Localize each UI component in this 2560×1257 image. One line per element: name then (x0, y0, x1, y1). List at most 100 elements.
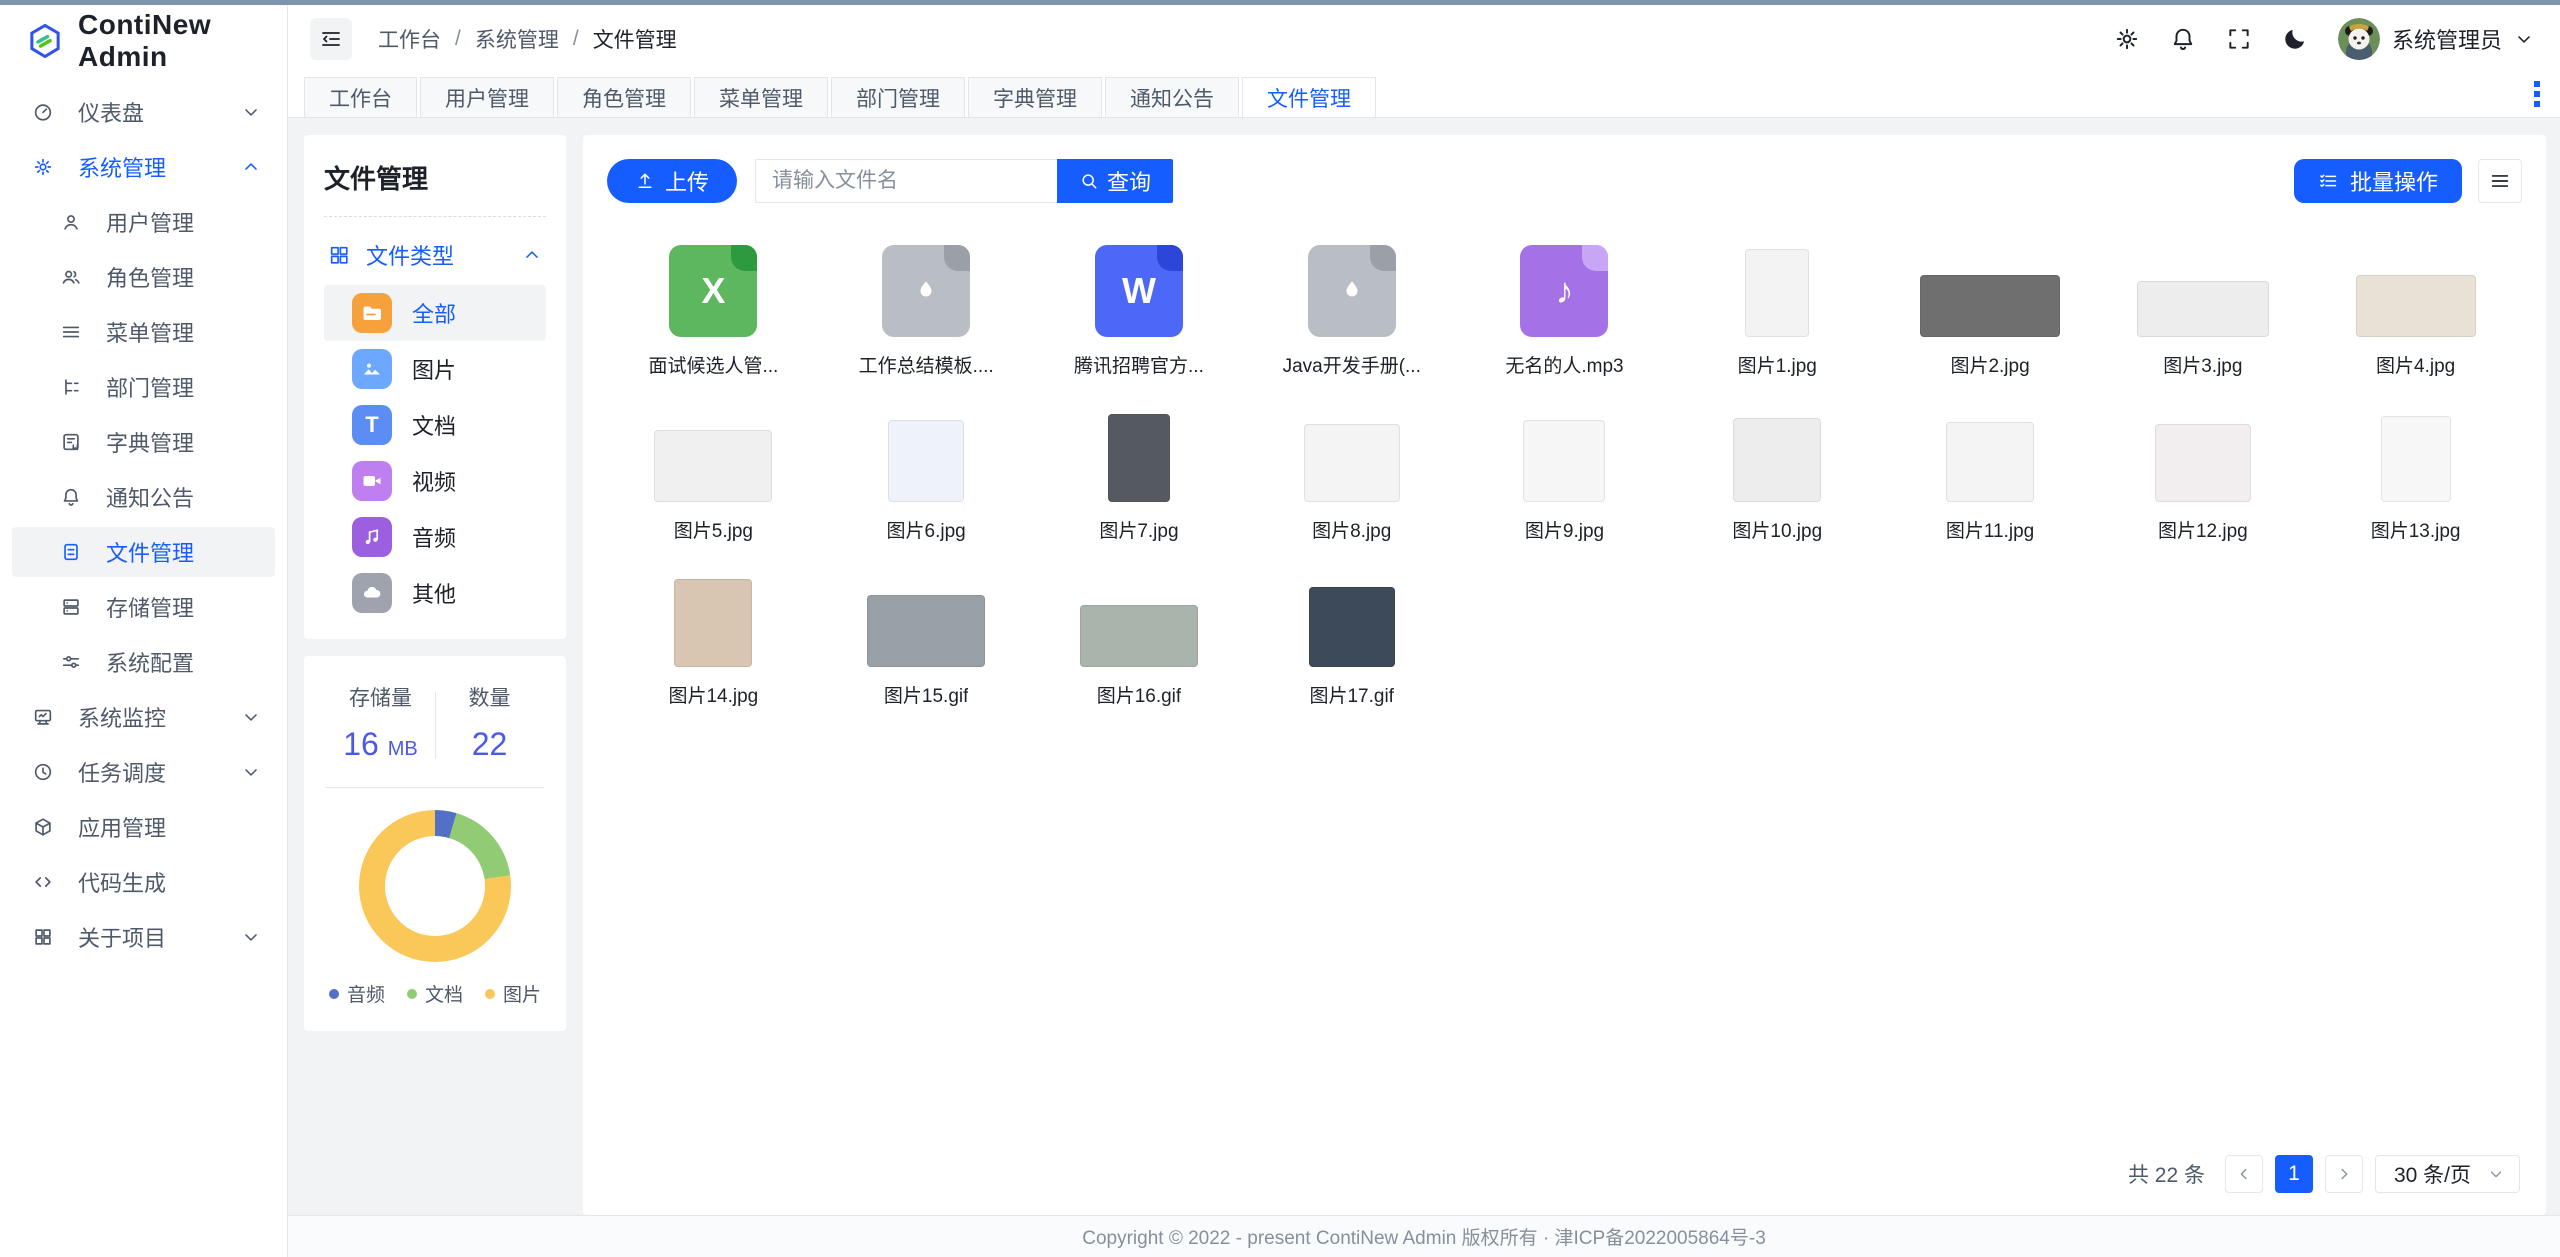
settings-gear-icon[interactable] (2114, 26, 2140, 52)
file-type-图片[interactable]: 图片 (324, 341, 546, 397)
file-type-文档[interactable]: T 文档 (324, 397, 546, 453)
tab-字典管理[interactable]: 字典管理 (968, 77, 1102, 117)
cloud-icon (352, 573, 392, 613)
file-type-视频[interactable]: 视频 (324, 453, 546, 509)
sidebar-item-应用管理[interactable]: 应用管理 (12, 802, 275, 852)
app-logo[interactable]: ContiNew Admin (0, 5, 287, 77)
legend-item-音频[interactable]: 音频 (329, 980, 385, 1007)
sidebar-item-菜单管理[interactable]: 菜单管理 (12, 307, 275, 357)
tab-文件管理[interactable]: 文件管理 (1242, 77, 1376, 117)
sidebar-item-任务调度[interactable]: 任务调度 (12, 747, 275, 797)
image-thumbnail (1523, 420, 1605, 502)
file-item[interactable]: 图片7.jpg (1033, 402, 1246, 543)
file-item[interactable]: 图片3.jpg (2096, 237, 2309, 378)
chevron-down-icon (2514, 29, 2534, 49)
file-item[interactable]: Java开发手册(... (1245, 237, 1458, 378)
file-item[interactable]: 图片10.jpg (1671, 402, 1884, 543)
tab-角色管理[interactable]: 角色管理 (557, 77, 691, 117)
file-item[interactable]: 图片8.jpg (1245, 402, 1458, 543)
file-item[interactable]: 图片12.jpg (2096, 402, 2309, 543)
file-item[interactable]: 图片16.gif (1033, 567, 1246, 708)
file-item[interactable]: X 面试候选人管... (607, 237, 820, 378)
view-toggle-button[interactable] (2478, 159, 2522, 203)
sidebar-item-系统监控[interactable]: 系统监控 (12, 692, 275, 742)
file-item[interactable]: 图片13.jpg (2309, 402, 2522, 543)
sidebar-item-label: 代码生成 (78, 866, 241, 898)
chevron-up-icon (241, 156, 261, 178)
notification-bell-icon[interactable] (2170, 26, 2196, 52)
sidebar-item-部门管理[interactable]: 部门管理 (12, 362, 275, 412)
file-type-其他[interactable]: 其他 (324, 565, 546, 621)
fullscreen-icon[interactable] (2226, 26, 2252, 52)
image-thumbnail (1946, 422, 2034, 502)
chevron-up-icon (522, 245, 542, 265)
sidebar-item-代码生成[interactable]: 代码生成 (12, 857, 275, 907)
sidebar-item-label: 仪表盘 (78, 96, 241, 128)
batch-operation-button[interactable]: 批量操作 (2294, 159, 2462, 203)
chevron-down-icon (241, 706, 261, 728)
breadcrumb-item[interactable]: 工作台 (378, 24, 441, 54)
file-type-全部[interactable]: 全部 (324, 285, 546, 341)
file-item[interactable]: 图片15.gif (820, 567, 1033, 708)
sidebar-item-系统配置[interactable]: 系统配置 (12, 637, 275, 687)
collapse-sidebar-button[interactable] (310, 18, 352, 60)
sidebar-item-角色管理[interactable]: 角色管理 (12, 252, 275, 302)
file-item[interactable]: 图片2.jpg (1884, 237, 2097, 378)
legend-item-图片[interactable]: 图片 (485, 980, 541, 1007)
menu-fold-icon (319, 27, 343, 51)
legend-label: 文档 (425, 980, 463, 1007)
sidebar-item-系统管理[interactable]: 系统管理 (12, 142, 275, 192)
tab-用户管理[interactable]: 用户管理 (420, 77, 554, 117)
legend-item-文档[interactable]: 文档 (407, 980, 463, 1007)
sidebar-item-存储管理[interactable]: 存储管理 (12, 582, 275, 632)
next-page-button[interactable] (2325, 1155, 2363, 1193)
breadcrumb-item[interactable]: 系统管理 (475, 24, 559, 54)
file-item[interactable]: 图片11.jpg (1884, 402, 2097, 543)
tab-部门管理[interactable]: 部门管理 (831, 77, 965, 117)
sidebar-item-仪表盘[interactable]: 仪表盘 (12, 87, 275, 137)
file-item[interactable]: ♪ 无名的人.mp3 (1458, 237, 1671, 378)
prev-page-button[interactable] (2225, 1155, 2263, 1193)
file-name: 图片2.jpg (1950, 351, 2029, 378)
user-menu[interactable]: 系统管理员 (2338, 18, 2534, 60)
tab-菜单管理[interactable]: 菜单管理 (694, 77, 828, 117)
sidebar-item-字典管理[interactable]: 字典管理 (12, 417, 275, 467)
dashboard-icon (32, 100, 56, 124)
content: 文件管理 文件类型 全部 图片T 文档 (288, 118, 2560, 1215)
search-input[interactable] (755, 159, 1057, 203)
tree-icon (60, 375, 84, 399)
logo-icon (26, 22, 64, 60)
page-1-button[interactable]: 1 (2275, 1155, 2313, 1193)
file-type-音频[interactable]: 音频 (324, 509, 546, 565)
tab-通知公告[interactable]: 通知公告 (1105, 77, 1239, 117)
file-name: 面试候选人管... (648, 351, 778, 378)
image-thumbnail (1733, 418, 1821, 502)
sidebar-item-通知公告[interactable]: 通知公告 (12, 472, 275, 522)
file-item[interactable]: 图片5.jpg (607, 402, 820, 543)
file-type-section-header[interactable]: 文件类型 (324, 239, 546, 271)
file-item[interactable]: 图片6.jpg (820, 402, 1033, 543)
file-item[interactable]: 图片1.jpg (1671, 237, 1884, 378)
sidebar-item-关于项目[interactable]: 关于项目 (12, 912, 275, 962)
file-item[interactable]: 工作总结模板.... (820, 237, 1033, 378)
file-item[interactable]: 图片14.jpg (607, 567, 820, 708)
sidebar-item-文件管理[interactable]: 文件管理 (12, 527, 275, 577)
file-item[interactable]: 图片17.gif (1245, 567, 1458, 708)
sidebar-item-用户管理[interactable]: 用户管理 (12, 197, 275, 247)
file-item[interactable]: W 腾讯招聘官方... (1033, 237, 1246, 378)
chevron-left-icon (2235, 1165, 2253, 1183)
page-size-select[interactable]: 30 条/页 (2375, 1155, 2520, 1193)
tab-more-icon[interactable] (2528, 81, 2546, 117)
user-icon (60, 210, 84, 234)
file-item[interactable]: 图片9.jpg (1458, 402, 1671, 543)
file-type-label: 其他 (412, 577, 456, 609)
legend-dot (407, 989, 417, 999)
text-doc-icon: T (352, 405, 392, 445)
grid-icon (328, 244, 350, 266)
dark-mode-moon-icon[interactable] (2282, 26, 2308, 52)
upload-button[interactable]: 上传 (607, 159, 737, 203)
query-button[interactable]: 查询 (1057, 159, 1173, 203)
breadcrumb-item[interactable]: 文件管理 (593, 24, 677, 54)
file-item[interactable]: 图片4.jpg (2309, 237, 2522, 378)
tab-工作台[interactable]: 工作台 (304, 77, 417, 117)
